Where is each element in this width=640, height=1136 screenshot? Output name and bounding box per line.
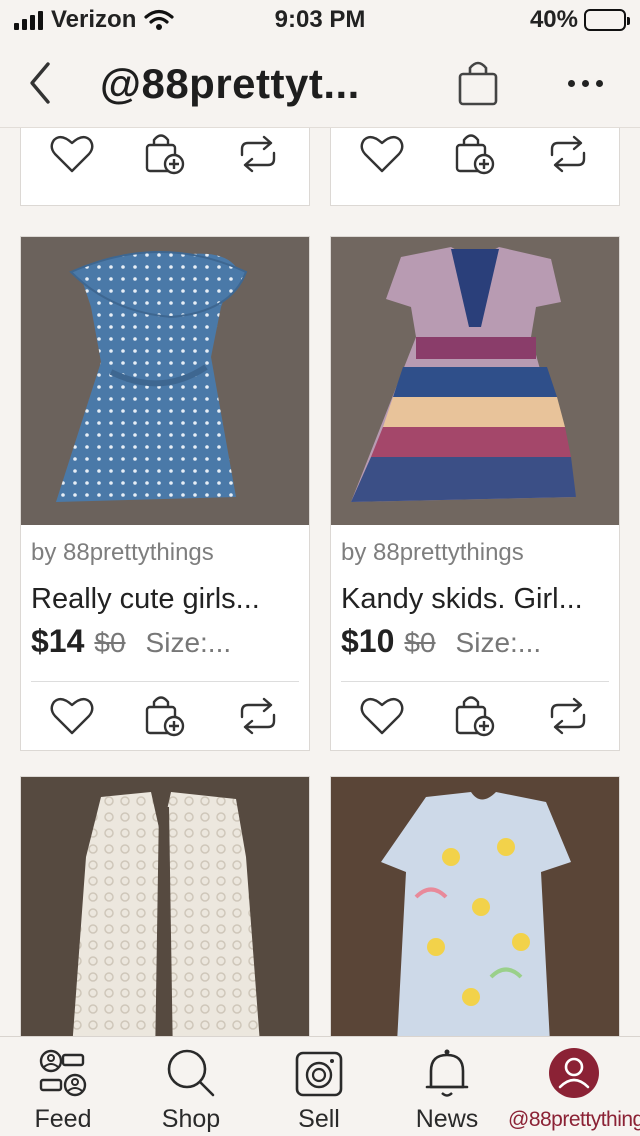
- card-actions: [331, 128, 619, 188]
- share-icon[interactable]: [542, 690, 594, 742]
- card-actions: [21, 128, 309, 188]
- price: $10: [341, 623, 395, 659]
- card-actions: [21, 682, 309, 750]
- blue-dress-image: [21, 237, 309, 525]
- nav-bar: @88prettyt...: [0, 40, 640, 128]
- listing-feed[interactable]: by 88prettythings Really cute girls... $…: [0, 128, 640, 1036]
- seller-name[interactable]: by 88prettythings: [341, 539, 609, 569]
- heart-icon[interactable]: [46, 690, 98, 742]
- emoji-dress-image: [331, 777, 619, 1036]
- size-label: Size:...: [455, 627, 542, 658]
- seller-name[interactable]: by 88prettythings: [31, 539, 299, 569]
- tab-label: @88prettythings: [508, 1108, 640, 1131]
- listing-title[interactable]: Kandy skids. Girl...: [341, 583, 609, 619]
- battery: 40%: [529, 6, 630, 34]
- add-to-bundle-icon[interactable]: [139, 690, 191, 742]
- lace-vest-image: [21, 777, 309, 1036]
- listing-card[interactable]: by 88prettythings Kandy skids. Girl... $…: [330, 236, 620, 751]
- tab-profile[interactable]: @88prettythings: [508, 1037, 640, 1136]
- add-to-bundle-icon[interactable]: [449, 690, 501, 742]
- listing-photo[interactable]: [21, 237, 309, 525]
- add-to-bundle-icon[interactable]: [449, 128, 501, 180]
- listing-photo[interactable]: [331, 777, 619, 1036]
- battery-icon: [584, 9, 630, 31]
- tab-news[interactable]: News: [388, 1037, 506, 1136]
- tab-label: Sell: [298, 1105, 340, 1133]
- chevron-left-icon[interactable]: [20, 58, 64, 108]
- shopping-bag-icon[interactable]: [454, 58, 502, 108]
- camera-icon: [291, 1045, 347, 1101]
- tab-feed[interactable]: Feed: [4, 1037, 122, 1136]
- tab-bar: Feed Shop Sell News @88prettythings: [0, 1036, 640, 1136]
- listing-card[interactable]: by 88prettythings Really cute girls... $…: [20, 236, 310, 751]
- status-bar: Verizon 9:03 PM 40%: [0, 0, 640, 40]
- listing-photo[interactable]: [21, 777, 309, 1036]
- listing-title[interactable]: Really cute girls...: [31, 583, 299, 619]
- more-dots-icon[interactable]: [560, 68, 610, 98]
- price-line: $14 $0 Size:...: [31, 623, 299, 663]
- listing-card[interactable]: [330, 776, 620, 1036]
- listing-card[interactable]: [20, 776, 310, 1036]
- tab-label: News: [415, 1105, 479, 1133]
- card-actions: [331, 682, 619, 750]
- bell-icon: [419, 1045, 475, 1101]
- share-icon[interactable]: [232, 690, 284, 742]
- share-icon[interactable]: [232, 128, 284, 180]
- original-price: $0: [94, 627, 126, 658]
- listing-photo[interactable]: [331, 237, 619, 525]
- add-to-bundle-icon[interactable]: [139, 128, 191, 180]
- share-icon[interactable]: [542, 128, 594, 180]
- profile-avatar-icon: [546, 1045, 602, 1101]
- battery-percent: 40%: [529, 6, 578, 33]
- feed-icon: [35, 1045, 91, 1101]
- heart-icon[interactable]: [46, 128, 98, 180]
- tab-label: Shop: [161, 1105, 221, 1133]
- listing-card[interactable]: [330, 128, 620, 206]
- listing-card[interactable]: [20, 128, 310, 206]
- price: $14: [31, 623, 85, 659]
- heart-icon[interactable]: [356, 128, 408, 180]
- tab-label: Feed: [34, 1105, 92, 1133]
- size-label: Size:...: [145, 627, 232, 658]
- heart-icon[interactable]: [356, 690, 408, 742]
- patterned-dress-image: [331, 237, 619, 525]
- price-line: $10 $0 Size:...: [341, 623, 609, 663]
- page-title: @88prettyt...: [100, 60, 360, 107]
- tab-sell[interactable]: Sell: [260, 1037, 378, 1136]
- tab-shop[interactable]: Shop: [132, 1037, 250, 1136]
- search-icon: [163, 1045, 219, 1101]
- original-price: $0: [404, 627, 436, 658]
